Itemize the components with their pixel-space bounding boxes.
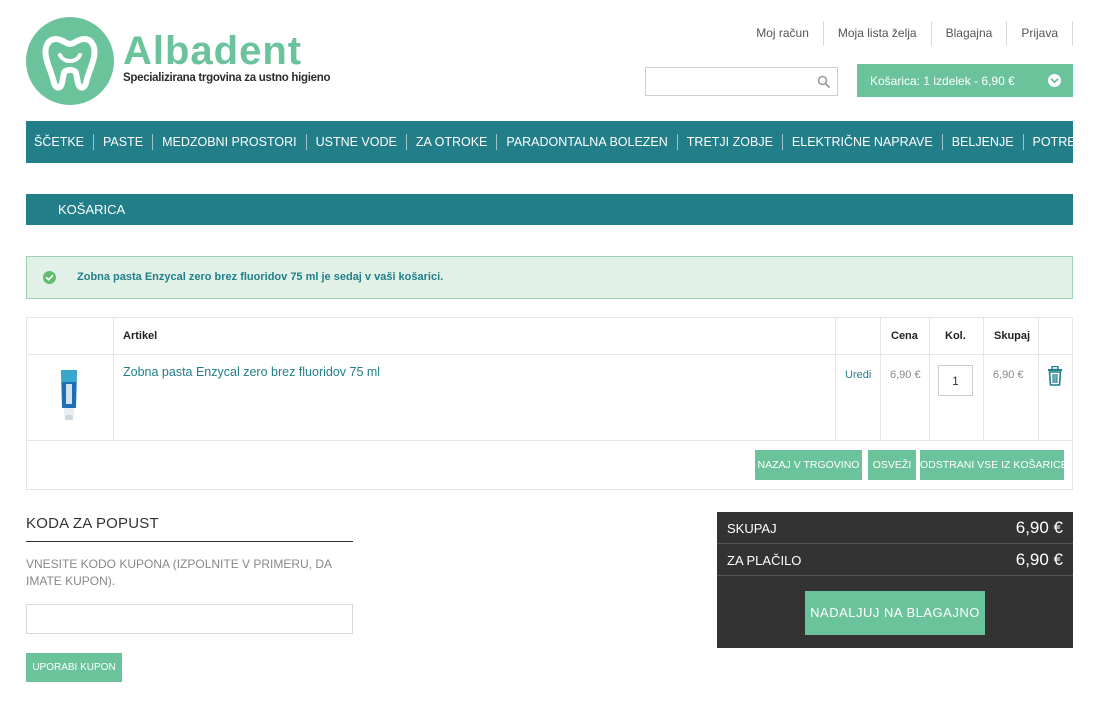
nav-item-electric[interactable]: ELEKTRIČNE NAPRAVE — [783, 134, 943, 150]
link-login[interactable]: Prijava — [1007, 21, 1073, 46]
product-name-link[interactable]: Zobna pasta Enzycal zero brez fluoridov … — [123, 365, 380, 379]
page-title: KOŠARICA — [26, 194, 1073, 225]
success-text: Zobna pasta Enzycal zero brez fluoridov … — [77, 271, 444, 283]
trash-icon[interactable] — [1046, 366, 1064, 386]
nav-item-interdental[interactable]: MEDZOBNI PROSTORI — [153, 134, 307, 150]
checkout-button[interactable]: NADALJUJ NA BLAGAJNO — [805, 591, 985, 635]
nav-item-also-need[interactable]: POTREBUJEM TUDI — [1024, 134, 1097, 150]
clear-cart-button[interactable]: ODSTRANI VSE IZ KOŠARICE — [920, 450, 1068, 480]
mini-cart-label: Košarica: 1 izdelek - 6,90 € — [870, 73, 1015, 88]
nav-item-third-teeth[interactable]: TRETJI ZOBJE — [678, 134, 783, 150]
link-checkout[interactable]: Blagajna — [932, 21, 1008, 46]
nav-item-kids[interactable]: ZA OTROKE — [407, 134, 498, 150]
search-box — [645, 67, 838, 96]
cart-table: Artikel Cena Kol. Skupaj Zobna pasta Enz… — [26, 317, 1073, 490]
apply-coupon-button[interactable]: UPORABI KUPON — [26, 653, 122, 682]
grand-total-row: ZA PLAČILO 6,90 € — [717, 544, 1073, 576]
check-circle-icon — [43, 271, 56, 284]
edit-item-link[interactable]: Uredi — [845, 369, 871, 381]
grand-total-value: 6,90 € — [1015, 550, 1063, 569]
discount-title: KODA ZA POPUST — [26, 515, 159, 532]
nav-item-whitening[interactable]: BELJENJE — [943, 134, 1024, 150]
header-article: Artikel — [123, 330, 158, 342]
grand-total-label: ZA PLAČILO — [727, 553, 802, 568]
nav-item-brushes[interactable]: ŠČETKE — [26, 134, 95, 150]
tooth-logo-icon — [26, 17, 114, 105]
search-input[interactable] — [646, 68, 806, 95]
header-total: Skupaj — [994, 330, 1031, 342]
success-message: Zobna pasta Enzycal zero brez fluoridov … — [26, 256, 1073, 299]
subtotal-value: 6,90 € — [1015, 518, 1063, 537]
header-qty: Kol. — [945, 330, 966, 342]
product-image[interactable] — [51, 366, 87, 426]
subtotal-label: SKUPAJ — [727, 521, 777, 536]
coupon-code-input[interactable] — [26, 604, 353, 634]
nav-item-mouthwash[interactable]: USTNE VODE — [307, 134, 407, 150]
item-subtotal: 6,90 € — [993, 369, 1024, 381]
order-totals: SKUPAJ 6,90 € ZA PLAČILO 6,90 € NADALJUJ… — [717, 512, 1073, 648]
main-nav: ŠČETKE PASTE MEDZOBNI PROSTORI USTNE VOD… — [26, 121, 1097, 163]
item-price: 6,90 € — [890, 369, 921, 381]
nav-item-periodontal[interactable]: PARADONTALNA BOLEZEN — [497, 134, 678, 150]
refresh-button[interactable]: OSVEŽI — [868, 450, 916, 480]
brand-tagline: Specializirana trgovina za ustno higieno — [123, 72, 331, 84]
link-my-account[interactable]: Moj račun — [742, 21, 824, 46]
nav-item-pastes[interactable]: PASTE — [94, 134, 154, 150]
quantity-input[interactable] — [938, 365, 973, 396]
mini-cart-button[interactable]: Košarica: 1 izdelek - 6,90 € — [857, 64, 1073, 97]
search-icon[interactable] — [817, 75, 830, 88]
chevron-down-icon — [1048, 74, 1061, 87]
logo[interactable]: Albadent Specializirana trgovina za ustn… — [26, 17, 330, 107]
header-price: Cena — [891, 330, 918, 342]
brand-name: Albadent — [123, 29, 303, 73]
back-to-shop-button[interactable]: NAZAJ V TRGOVINO — [755, 450, 862, 480]
discount-help-text: VNESITE KODO KUPONA (IZPOLNITE V PRIMERU… — [26, 557, 332, 588]
subtotal-row: SKUPAJ 6,90 € — [717, 512, 1073, 544]
link-wishlist[interactable]: Moja lista želja — [824, 21, 932, 46]
account-links: Moj račun Moja lista želja Blagajna Prij… — [742, 21, 1073, 46]
